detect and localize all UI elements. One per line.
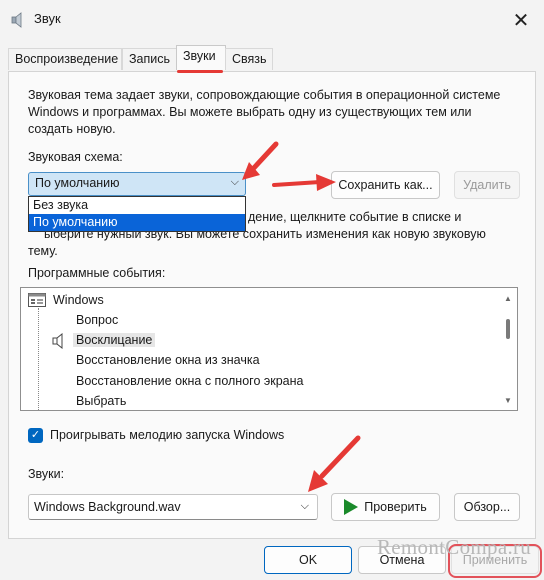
sound-scheme-dropdown: Без звука По умолчанию xyxy=(28,196,246,232)
chevron-down-icon: ⌵ xyxy=(300,500,309,512)
tab-recording[interactable]: Запись xyxy=(122,48,177,70)
startup-sound-label: Проигрывать мелодию запуска Windows xyxy=(50,428,285,442)
startup-sound-checkbox[interactable]: ✓ xyxy=(28,428,43,443)
window-title: Звук xyxy=(34,11,61,26)
sound-scheme-description: Звуковая тема задает звуки, сопровождающ… xyxy=(28,88,501,136)
scroll-down-icon[interactable]: ▼ xyxy=(503,396,513,406)
event-item[interactable]: Восстановление окна из значка xyxy=(76,353,260,367)
scroll-up-icon[interactable]: ▲ xyxy=(503,294,513,304)
browse-button[interactable]: Обзор... xyxy=(454,493,520,521)
sound-dialog: Звук ✕ Воспроизведение Запись Звуки Связ… xyxy=(0,0,544,580)
sound-scheme-combobox[interactable]: По умолчанию ⌵ xyxy=(28,172,246,196)
sounds-label: Звуки: xyxy=(28,467,65,481)
close-button[interactable]: ✕ xyxy=(498,0,544,40)
checkmark-icon: ✓ xyxy=(30,429,41,441)
play-icon xyxy=(344,499,359,515)
sounds-combobox[interactable]: Windows Background.wav ⌵ xyxy=(28,494,318,520)
program-events-list[interactable]: Windows Вопрос Восклицание Восстановлени… xyxy=(20,287,518,411)
chevron-down-icon: ⌵ xyxy=(230,176,239,188)
event-item-selected[interactable]: Восклицание xyxy=(73,333,156,347)
speaker-icon xyxy=(52,333,63,349)
tab-playback[interactable]: Воспроизведение xyxy=(8,48,122,70)
event-item[interactable]: Вопрос xyxy=(76,313,118,327)
scheme-option-silent[interactable]: Без звука xyxy=(29,197,245,214)
speaker-icon xyxy=(11,12,22,28)
close-icon: ✕ xyxy=(512,9,530,32)
event-group-windows[interactable]: Windows xyxy=(53,293,104,307)
test-sound-button[interactable]: Проверить xyxy=(331,493,440,521)
instructions-line-1: дение, щелкните событие в списке и xyxy=(248,210,462,224)
events-scrollbar[interactable]: ▲ ▼ xyxy=(503,294,513,406)
save-as-button[interactable]: Сохранить как... xyxy=(331,171,440,199)
tab-communications[interactable]: Связь xyxy=(225,48,273,70)
event-item[interactable]: Выбрать xyxy=(76,394,126,408)
sound-scheme-selected: По умолчанию xyxy=(35,176,120,190)
title-bar: Звук ✕ xyxy=(0,0,544,40)
tab-highlight-underline xyxy=(177,70,223,73)
scroll-thumb[interactable] xyxy=(506,319,510,339)
tab-sounds[interactable]: Звуки xyxy=(176,45,226,70)
delete-button[interactable]: Удалить xyxy=(454,171,520,199)
event-item[interactable]: Восстановление окна с полного экрана xyxy=(76,374,303,388)
watermark: RemontCompa.ru xyxy=(377,535,532,559)
sounds-selected: Windows Background.wav xyxy=(34,500,181,514)
ok-button[interactable]: OK xyxy=(264,546,352,574)
test-sound-label: Проверить xyxy=(364,500,427,514)
windows-group-icon xyxy=(28,293,46,307)
tree-connector xyxy=(38,308,39,410)
scheme-option-default[interactable]: По умолчанию xyxy=(29,214,245,231)
program-events-label: Программные события: xyxy=(28,266,166,280)
instructions-line-3: тему. xyxy=(28,244,58,258)
sound-scheme-label: Звуковая схема: xyxy=(28,150,123,164)
